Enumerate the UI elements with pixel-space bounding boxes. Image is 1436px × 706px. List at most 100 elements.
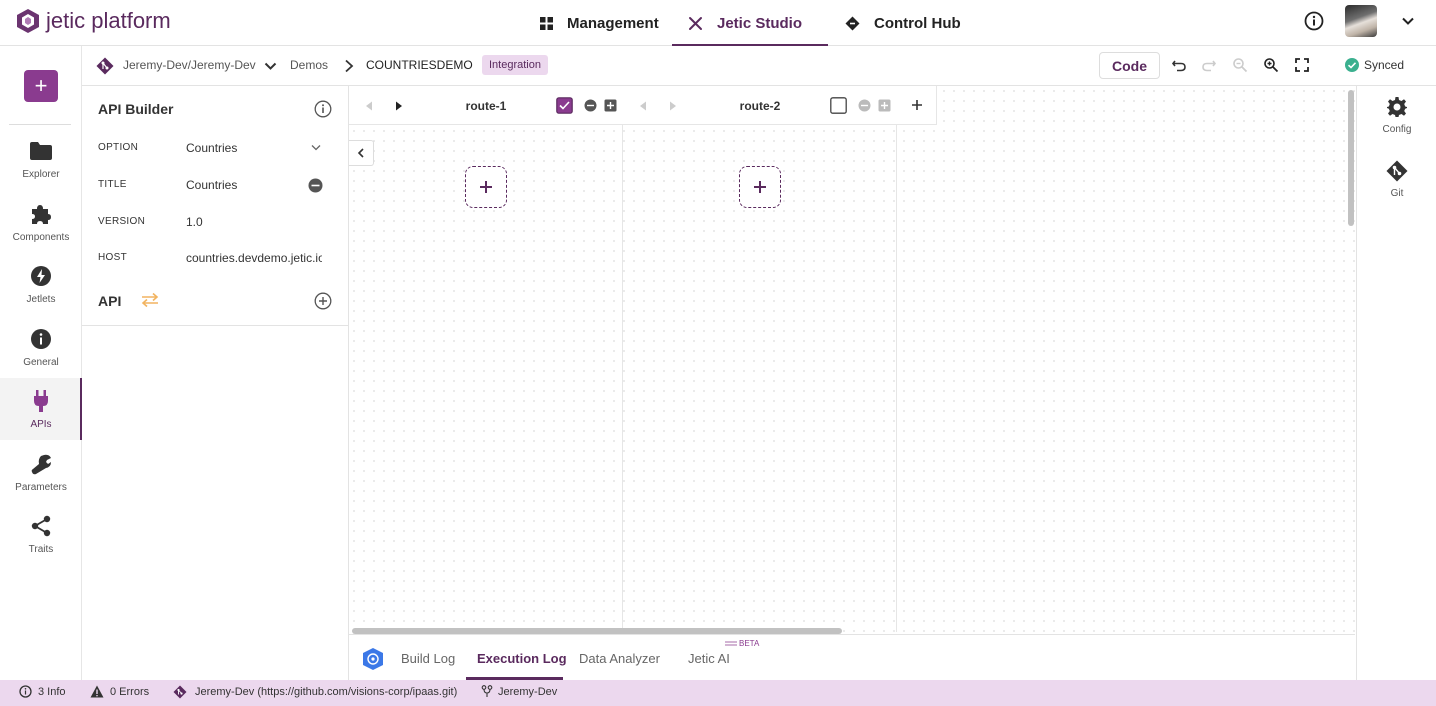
sidebar-item-traits[interactable]: Traits: [0, 511, 82, 573]
undo-icon[interactable]: [1171, 57, 1187, 73]
wrench-icon: [31, 454, 51, 475]
tools-icon: [689, 16, 702, 30]
field-title[interactable]: TITLE Countries: [82, 170, 349, 200]
breadcrumb-folder[interactable]: Demos: [290, 58, 328, 72]
status-info[interactable]: 3 Info: [19, 685, 66, 698]
version-input[interactable]: 1.0: [186, 215, 322, 229]
sidebar-item-general[interactable]: General: [0, 324, 82, 386]
route-checkbox[interactable]: [830, 97, 847, 114]
route-name[interactable]: route-1: [349, 99, 623, 113]
left-sidebar: + Explorer Components Jetlets General AP…: [0, 46, 82, 680]
tab-label: Jetic Studio: [717, 14, 803, 32]
sidebar-item-label: Git: [1390, 188, 1404, 199]
route-name[interactable]: route-2: [623, 99, 897, 113]
sidebar-item-label: Parameters: [15, 482, 67, 493]
add-step-button[interactable]: [739, 166, 781, 208]
add-step-button[interactable]: [465, 166, 507, 208]
tab-build-log[interactable]: Build Log: [401, 651, 455, 666]
beta-badge: BETA: [725, 639, 759, 648]
sidebar-item-config[interactable]: Config: [1357, 96, 1436, 135]
status-branch[interactable]: Jeremy-Dev: [481, 685, 557, 698]
type-badge: Integration: [482, 55, 548, 75]
chevron-down-icon[interactable]: [311, 144, 321, 152]
route-header: route-1: [349, 86, 623, 125]
branch-icon: [481, 685, 493, 697]
plus-icon: [480, 181, 492, 193]
breadcrumb: Jeremy-Dev/Jeremy-Dev Demos COUNTRIESDEM…: [82, 46, 1436, 86]
route-column: route-2: [623, 86, 897, 632]
plus-square-icon[interactable]: [604, 99, 617, 112]
minus-circle-icon[interactable]: [584, 99, 597, 112]
brand-logo[interactable]: jetic platform: [16, 8, 171, 34]
sidebar-item-git[interactable]: Git: [1357, 160, 1436, 199]
redo-icon[interactable]: [1201, 57, 1217, 73]
field-version[interactable]: VERSION 1.0: [82, 207, 349, 237]
jetic-logo-icon: [17, 9, 39, 33]
bolt-icon: [31, 266, 51, 286]
tab-label: Management: [567, 14, 659, 32]
warning-icon: [90, 685, 104, 698]
breadcrumb-repo[interactable]: Jeremy-Dev/Jeremy-Dev: [123, 58, 256, 72]
route-checkbox[interactable]: [556, 97, 573, 114]
collapse-panel-button[interactable]: [349, 140, 374, 166]
status-errors[interactable]: 0 Errors: [90, 685, 149, 698]
tab-management[interactable]: Management: [540, 0, 659, 46]
sidebar-item-label: General: [23, 357, 59, 368]
route-header: route-2: [623, 86, 897, 125]
add-route-button[interactable]: [897, 86, 937, 125]
api-builder-panel: API Builder OPTION Countries TITLE Count…: [82, 86, 349, 680]
tab-jetic-ai[interactable]: Jetic AI: [688, 651, 730, 666]
git-icon: [96, 57, 114, 75]
git-icon: [1386, 160, 1408, 182]
zoom-out-icon[interactable]: [1232, 57, 1248, 73]
add-circle-icon[interactable]: [314, 292, 332, 310]
sidebar-item-label: Explorer: [22, 169, 60, 180]
chevron-down-icon[interactable]: [264, 60, 277, 73]
chevron-left-icon: [357, 148, 364, 158]
route-canvas[interactable]: route-1 route-2: [349, 86, 1355, 632]
plug-icon: [34, 390, 48, 412]
route-column: route-1: [349, 86, 623, 632]
fullscreen-icon[interactable]: [1294, 57, 1310, 73]
field-host[interactable]: HOST countries.devdemo.jetic.io: [82, 243, 349, 273]
code-button[interactable]: Code: [1099, 52, 1160, 79]
log-panel-tabs: Build Log Execution Log Data Analyzer BE…: [349, 634, 1355, 680]
sidebar-item-jetlets[interactable]: Jetlets: [0, 261, 82, 323]
sync-status: Synced: [1344, 57, 1404, 73]
tab-execution-log[interactable]: Execution Log: [477, 651, 567, 666]
sidebar-item-parameters[interactable]: Parameters: [0, 449, 82, 511]
plus-square-icon[interactable]: [878, 99, 891, 112]
status-bar: 3 Info 0 Errors Jeremy-Dev (https://gith…: [0, 680, 1436, 706]
cloud-check-icon: [1345, 58, 1359, 72]
tab-jetic-studio[interactable]: Jetic Studio: [688, 0, 802, 46]
sidebar-item-label: Jetlets: [26, 294, 56, 305]
sidebar-item-label: Components: [12, 232, 70, 243]
minus-circle-icon[interactable]: [858, 99, 871, 112]
add-button[interactable]: +: [24, 70, 58, 102]
sidebar-item-explorer[interactable]: Explorer: [0, 136, 82, 198]
info-icon[interactable]: [314, 100, 332, 118]
option-select[interactable]: Countries: [186, 141, 322, 155]
avatar[interactable]: [1345, 5, 1377, 37]
gear-icon: [1387, 97, 1407, 117]
api-section-title: API: [98, 293, 122, 309]
hub-icon: [845, 16, 860, 30]
info-icon[interactable]: [1304, 11, 1324, 31]
tab-data-analyzer[interactable]: Data Analyzer: [579, 651, 660, 666]
tab-control-hub[interactable]: Control Hub: [845, 0, 961, 46]
chevron-down-icon[interactable]: [1401, 14, 1415, 28]
host-input[interactable]: countries.devdemo.jetic.io: [186, 251, 322, 265]
zoom-in-icon[interactable]: [1263, 57, 1279, 73]
sidebar-item-apis[interactable]: APIs: [0, 378, 82, 440]
grid-icon: [540, 16, 553, 30]
remove-icon[interactable]: [308, 178, 323, 193]
kubernetes-icon: [363, 648, 383, 670]
field-option[interactable]: OPTION Countries: [82, 133, 349, 163]
vertical-scrollbar[interactable]: [1348, 90, 1354, 226]
puzzle-icon: [32, 205, 51, 224]
right-sidebar: Config Git: [1356, 86, 1436, 680]
sidebar-item-components[interactable]: Components: [0, 199, 82, 261]
title-input[interactable]: Countries: [186, 178, 322, 192]
status-repo[interactable]: Jeremy-Dev (https://github.com/visions-c…: [173, 685, 457, 699]
share-icon: [31, 515, 51, 537]
